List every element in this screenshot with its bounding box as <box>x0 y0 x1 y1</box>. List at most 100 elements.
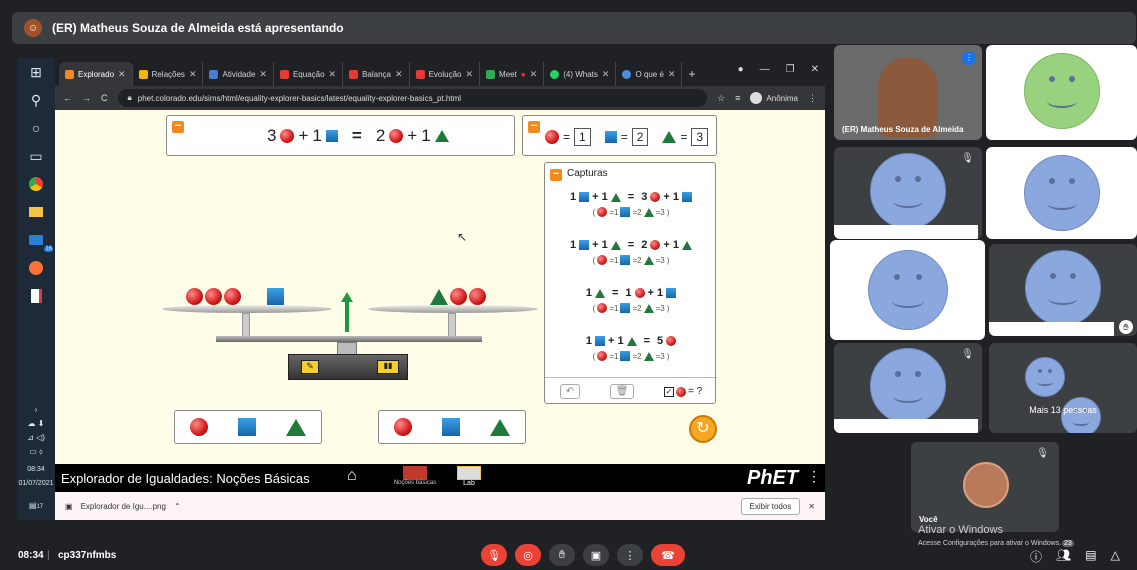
tab-explorador[interactable]: Explorado ✕ <box>59 62 133 86</box>
camera-off-button[interactable]: ◎ <box>515 544 541 566</box>
firefox-icon[interactable] <box>17 254 55 282</box>
forward-icon[interactable]: → <box>82 93 91 103</box>
triangle-item[interactable] <box>430 289 448 305</box>
tab-close-icon[interactable]: ✕ <box>259 69 267 80</box>
tab-close-icon[interactable]: ✕ <box>465 69 473 80</box>
clock-date[interactable]: 01/07/2021 <box>17 477 55 491</box>
windows-start-icon[interactable]: ⊞ <box>17 58 55 86</box>
show-values-checkbox[interactable]: ✓ = ? <box>664 386 702 397</box>
tab-balanca[interactable]: Balança ✕ <box>343 62 410 86</box>
capture-item[interactable]: 1 = 1 + 1 (=1 =2 =3) <box>545 287 717 313</box>
battery-icon[interactable]: ▭ ⬨ <box>17 445 55 459</box>
present-button[interactable]: ▣ <box>583 544 609 566</box>
mic-off-button[interactable]: 🎙︎ <box>481 544 507 566</box>
box-item[interactable] <box>267 288 284 305</box>
ball-item[interactable] <box>224 288 241 305</box>
ball-item[interactable] <box>186 288 203 305</box>
close-window-icon[interactable]: ✕ <box>811 64 819 75</box>
tab-close-icon[interactable]: ✕ <box>602 69 610 80</box>
mail-icon[interactable]: 16 <box>17 226 55 254</box>
chrome-icon[interactable] <box>17 170 55 198</box>
scale-tool-icon[interactable]: ✎ <box>301 360 319 374</box>
reset-all-button[interactable]: ↻ <box>689 415 717 443</box>
participant-tile[interactable] <box>986 147 1137 239</box>
more-options-button[interactable]: ⋮ <box>617 544 643 566</box>
box-source[interactable] <box>238 418 256 436</box>
scale-counter-icon[interactable]: ▮▮ <box>377 360 399 374</box>
capture-item[interactable]: 1 + 1 = 5 (=1 =2 =3) <box>545 335 717 361</box>
triangle-source[interactable] <box>286 418 306 436</box>
chevron-up-icon[interactable]: ⌃ <box>174 502 181 511</box>
clock-time[interactable]: 08:34 <box>17 463 55 477</box>
cloud-icon[interactable]: ☁ ⬇ <box>17 417 55 431</box>
tab-close-icon[interactable]: ✕ <box>530 69 538 80</box>
tab-close-icon[interactable]: ✕ <box>118 69 126 80</box>
minimize-icon[interactable]: — <box>760 64 770 75</box>
tab-o-que-e[interactable]: O que é ✕ <box>616 62 683 86</box>
network-icon[interactable]: ⊿ ◁) <box>17 431 55 445</box>
more-people-tile[interactable]: Mais 13 pessoas <box>989 343 1137 433</box>
triangle-value-picker[interactable]: 3 <box>691 128 709 146</box>
tab-equacao[interactable]: Equação ✕ <box>274 62 344 86</box>
bookmark-star-icon[interactable]: ☆ <box>717 93 725 104</box>
tab-close-icon[interactable]: ✕ <box>329 69 337 80</box>
show-all-downloads-button[interactable]: Exibir todos <box>740 497 801 515</box>
info-icon[interactable]: ⓘ <box>1030 548 1042 565</box>
leave-call-button[interactable]: ☎︎ <box>651 544 685 566</box>
reading-list-icon[interactable]: ≡ <box>735 93 740 103</box>
tab-whatsapp[interactable]: (4) Whats ✕ <box>544 62 617 86</box>
screen-button-basics[interactable]: Noções básicas <box>393 466 437 486</box>
incognito-indicator[interactable]: Anônima <box>750 92 798 104</box>
tab-close-icon[interactable]: ✕ <box>189 69 197 80</box>
collapse-values-button[interactable]: − <box>528 121 540 133</box>
participant-tile[interactable]: ✋︎ <box>989 244 1137 336</box>
close-download-bar-icon[interactable]: ✕ <box>808 502 815 511</box>
url-field[interactable]: 🔒︎ phet.colorado.edu/sims/html/equality-e… <box>117 89 708 107</box>
ball-item[interactable] <box>450 288 467 305</box>
task-view-icon[interactable]: ▭ <box>17 142 55 170</box>
tab-evolucao[interactable]: Evolução ✕ <box>410 62 481 86</box>
document-icon[interactable] <box>17 282 55 310</box>
tab-atividade[interactable]: Atividade ✕ <box>203 62 274 86</box>
ball-item[interactable] <box>205 288 222 305</box>
file-explorer-icon[interactable] <box>17 198 55 226</box>
tab-close-icon[interactable]: ✕ <box>668 69 676 80</box>
tray-chevron-icon[interactable]: › <box>17 403 55 417</box>
participant-tile[interactable] <box>986 45 1137 140</box>
tab-close-icon[interactable]: ✕ <box>395 69 403 80</box>
participant-tile[interactable] <box>830 240 985 340</box>
cortana-icon[interactable]: ○ <box>17 114 55 142</box>
self-view-tile[interactable]: 🎙︎ Você <box>911 442 1059 532</box>
tab-meet[interactable]: Meet ● ✕ <box>480 62 545 86</box>
restore-capture-button[interactable]: ↶ <box>559 384 581 399</box>
collapse-equation-button[interactable]: − <box>172 121 184 133</box>
ball-source[interactable] <box>394 418 412 436</box>
profile-icon[interactable]: ● <box>738 64 744 75</box>
capture-item[interactable]: 1 + 1 = 2 + 1 (=1 =2 =3) <box>545 239 717 265</box>
ball-value-picker[interactable]: 1 <box>574 128 591 146</box>
phet-logo[interactable]: PhET <box>747 467 798 490</box>
maximize-icon[interactable]: ❐ <box>786 64 795 75</box>
download-filename[interactable]: Explorador de Igu....png <box>81 502 166 511</box>
meeting-code[interactable]: cp337nfmbs <box>58 550 116 561</box>
back-icon[interactable]: ← <box>63 93 72 103</box>
ball-source[interactable] <box>190 418 208 436</box>
activities-icon[interactable]: △ <box>1111 548 1120 565</box>
participant-tile[interactable]: 🎙︎ <box>834 343 982 433</box>
collapse-captures-button[interactable]: − <box>550 169 562 181</box>
delete-capture-icon[interactable]: 🗑︎ <box>609 384 635 399</box>
presenter-tile[interactable]: ⋮ (ER) Matheus Souza de Almeida <box>834 45 982 140</box>
menu-dots-icon[interactable]: ⋮ <box>808 93 817 104</box>
screen-button-lab[interactable]: Lab <box>451 466 487 487</box>
people-icon[interactable]: 👥︎ 23 <box>1056 540 1074 565</box>
raise-hand-button[interactable]: ✋︎ <box>549 544 575 566</box>
tab-relacoes[interactable]: Relações ✕ <box>133 62 204 86</box>
participant-tile[interactable]: 🎙︎ <box>834 147 982 239</box>
box-source[interactable] <box>442 418 460 436</box>
chat-icon[interactable]: ▤ <box>1085 548 1096 565</box>
notifications-icon[interactable]: ▤17 <box>17 499 55 514</box>
phet-menu-icon[interactable]: ⋮ <box>807 468 821 485</box>
ball-item[interactable] <box>469 288 486 305</box>
capture-item[interactable]: 1 + 1 = 3 + 1 (=1 =2 =3) <box>545 191 717 217</box>
new-tab-button[interactable]: + <box>682 62 701 86</box>
